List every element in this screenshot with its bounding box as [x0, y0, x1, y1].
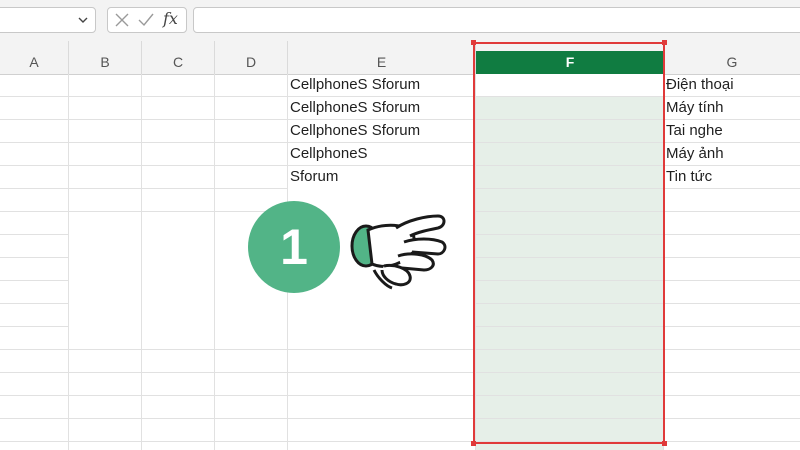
insert-function-button[interactable]: fx	[163, 9, 181, 28]
cell-g4[interactable]: Máy ảnh	[666, 143, 724, 165]
column-header-b[interactable]: B	[69, 41, 142, 74]
pointing-hand-icon	[350, 214, 447, 290]
cell-g2[interactable]: Máy tính	[666, 97, 724, 119]
cell-e2[interactable]: CellphoneS Sforum	[290, 97, 420, 119]
cell-g1[interactable]: Điện thoại	[666, 74, 734, 96]
cell-e3[interactable]: CellphoneS Sforum	[290, 120, 420, 142]
highlight-corner	[662, 441, 667, 446]
name-box[interactable]	[0, 7, 96, 33]
column-header-row: A B C D E F G	[0, 41, 800, 75]
cell-g3[interactable]: Tai nghe	[666, 120, 723, 142]
chevron-down-icon[interactable]	[77, 14, 89, 26]
formula-input[interactable]	[193, 7, 800, 33]
cancel-icon[interactable]	[113, 12, 131, 28]
selected-column-f[interactable]	[476, 74, 664, 450]
column-header-f[interactable]: F	[476, 51, 664, 74]
active-cell-f1[interactable]	[476, 74, 664, 96]
cell-e5[interactable]: Sforum	[290, 166, 338, 188]
column-header-d[interactable]: D	[215, 41, 288, 74]
highlight-corner	[471, 40, 476, 45]
cell-e4[interactable]: CellphoneS	[290, 143, 368, 165]
cell-g5[interactable]: Tin tức	[666, 166, 712, 188]
column-header-g[interactable]: G	[664, 41, 800, 74]
highlight-corner	[471, 441, 476, 446]
highlight-corner	[662, 40, 667, 45]
step-badge: 1	[248, 201, 340, 293]
formula-bar: fx	[0, 0, 800, 42]
formula-actions: fx	[107, 7, 187, 33]
column-header-a[interactable]: A	[0, 41, 69, 74]
column-header-e[interactable]: E	[288, 41, 476, 74]
cell-e1[interactable]: CellphoneS Sforum	[290, 74, 420, 96]
checkmark-icon[interactable]	[137, 12, 155, 28]
column-header-c[interactable]: C	[142, 41, 215, 74]
